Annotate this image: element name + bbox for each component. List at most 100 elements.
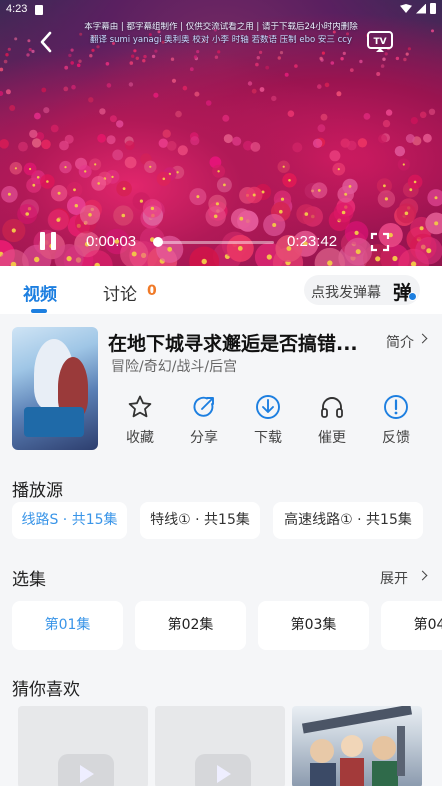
flower-center	[64, 166, 67, 169]
flower-center	[74, 204, 79, 208]
flower-petal	[175, 110, 182, 118]
flower-petal	[68, 53, 72, 58]
tv-cast-icon: TV	[367, 31, 393, 52]
flower-center	[383, 184, 386, 188]
flower-petal	[382, 119, 391, 128]
flower-petal	[407, 47, 411, 51]
episode-item[interactable]: 第04集	[381, 601, 442, 650]
download-label: 下载	[254, 430, 282, 446]
notification-icon	[35, 5, 43, 15]
episode-item[interactable]: 第01集	[12, 601, 123, 650]
anime-title: 在地下城寻求邂逅是否搞错...	[108, 333, 358, 355]
episode-item[interactable]: 第03集	[258, 601, 369, 650]
flower-petal	[363, 113, 371, 120]
flower-petal	[116, 120, 124, 128]
flower-center	[337, 168, 340, 171]
current-time: 0:00:03	[86, 233, 137, 250]
flower-center	[131, 251, 137, 257]
flower-petal	[357, 138, 368, 148]
flower-center	[280, 197, 285, 201]
flower-petal	[171, 78, 177, 83]
flower-petal	[50, 124, 59, 133]
flower-petal	[251, 88, 257, 94]
flower-petal	[125, 140, 135, 151]
danmaku-input[interactable]: 点我发弹幕 弹	[304, 275, 420, 305]
battery-icon	[430, 3, 436, 14]
flower-center	[57, 191, 61, 195]
cast-tv-button[interactable]: TV	[366, 30, 394, 54]
flower-petal	[223, 134, 233, 144]
flower-petal	[255, 62, 259, 67]
flower-petal	[0, 67, 4, 72]
favorite-button[interactable]: 收藏	[108, 394, 172, 447]
tab-video[interactable]: 视频	[23, 280, 57, 305]
flower-petal	[170, 57, 175, 61]
pause-button[interactable]	[38, 232, 60, 252]
flower-petal	[43, 107, 50, 114]
flower-petal	[277, 56, 281, 60]
danmaku-toggle-icon[interactable]: 弹	[393, 278, 412, 305]
flower-petal	[162, 129, 171, 138]
flower-petal	[321, 51, 325, 55]
flower-petal	[63, 86, 69, 92]
flower-center	[36, 176, 40, 179]
flower-petal	[265, 65, 270, 70]
flower-center	[272, 223, 277, 227]
flower-petal	[76, 63, 81, 68]
episode-item[interactable]: 第02集	[135, 601, 246, 650]
source-chip[interactable]: 特线① · 共15集	[140, 502, 260, 539]
recommend-card[interactable]	[18, 706, 148, 786]
flower-petal	[59, 140, 69, 151]
status-icons	[400, 3, 436, 14]
expand-episodes-link[interactable]: 展开	[380, 568, 408, 588]
flower-center	[392, 255, 398, 262]
flower-petal	[428, 108, 436, 116]
flower-petal	[405, 52, 409, 56]
chevron-left-icon	[40, 31, 52, 53]
status-time: 4:23	[6, 3, 28, 15]
flower-center	[279, 209, 283, 214]
feedback-button[interactable]: 反馈	[364, 394, 428, 447]
flower-center	[252, 193, 256, 197]
flower-center	[162, 177, 166, 181]
flower-center	[355, 249, 361, 255]
flower-center	[97, 182, 100, 185]
tab-active-indicator	[31, 309, 47, 313]
flower-center	[88, 213, 92, 217]
tab-discuss[interactable]: 讨论	[103, 280, 137, 305]
flower-center	[139, 199, 143, 203]
urge-update-button[interactable]: 催更	[300, 394, 364, 447]
urge-update-label: 催更	[318, 430, 346, 446]
chevron-right-icon	[417, 570, 428, 581]
genre-tags: 冒险/奇幻/战斗/后宫	[111, 359, 238, 375]
flower-petal	[151, 54, 156, 59]
video-player[interactable]: 4:23 本字幕由 | 都字幕组制作 | 仅供交流试看之用 | 请于下载后24小…	[0, 0, 442, 266]
flower-petal	[385, 109, 393, 116]
flower-center	[25, 212, 30, 216]
share-button[interactable]: 分享	[172, 394, 236, 447]
status-bar: 4:23	[0, 0, 442, 20]
fullscreen-button[interactable]	[370, 232, 390, 252]
download-button[interactable]: 下载	[236, 394, 300, 447]
flower-petal	[182, 85, 188, 91]
flower-center	[121, 213, 126, 218]
flower-center	[167, 246, 173, 252]
flower-petal	[342, 51, 346, 56]
headphones-icon	[321, 397, 343, 418]
intro-link[interactable]: 简介	[386, 332, 414, 352]
recommend-card[interactable]	[292, 706, 422, 786]
back-button[interactable]	[35, 30, 59, 54]
flower-petal	[71, 84, 76, 90]
flower-petal	[41, 139, 51, 150]
source-chip[interactable]: 高速线路① · 共15集	[273, 502, 423, 539]
source-chip[interactable]: 线路S · 共15集	[12, 502, 127, 539]
progress-bar[interactable]	[153, 237, 274, 247]
action-row: 收藏 分享 下载 催更 反馈	[108, 394, 442, 454]
recommend-list	[0, 706, 442, 786]
recommend-card[interactable]	[155, 706, 285, 786]
flower-center	[288, 179, 291, 182]
flower-center	[434, 196, 438, 200]
flower-petal	[205, 100, 212, 106]
flower-petal	[395, 56, 400, 61]
flower-center	[56, 218, 61, 222]
